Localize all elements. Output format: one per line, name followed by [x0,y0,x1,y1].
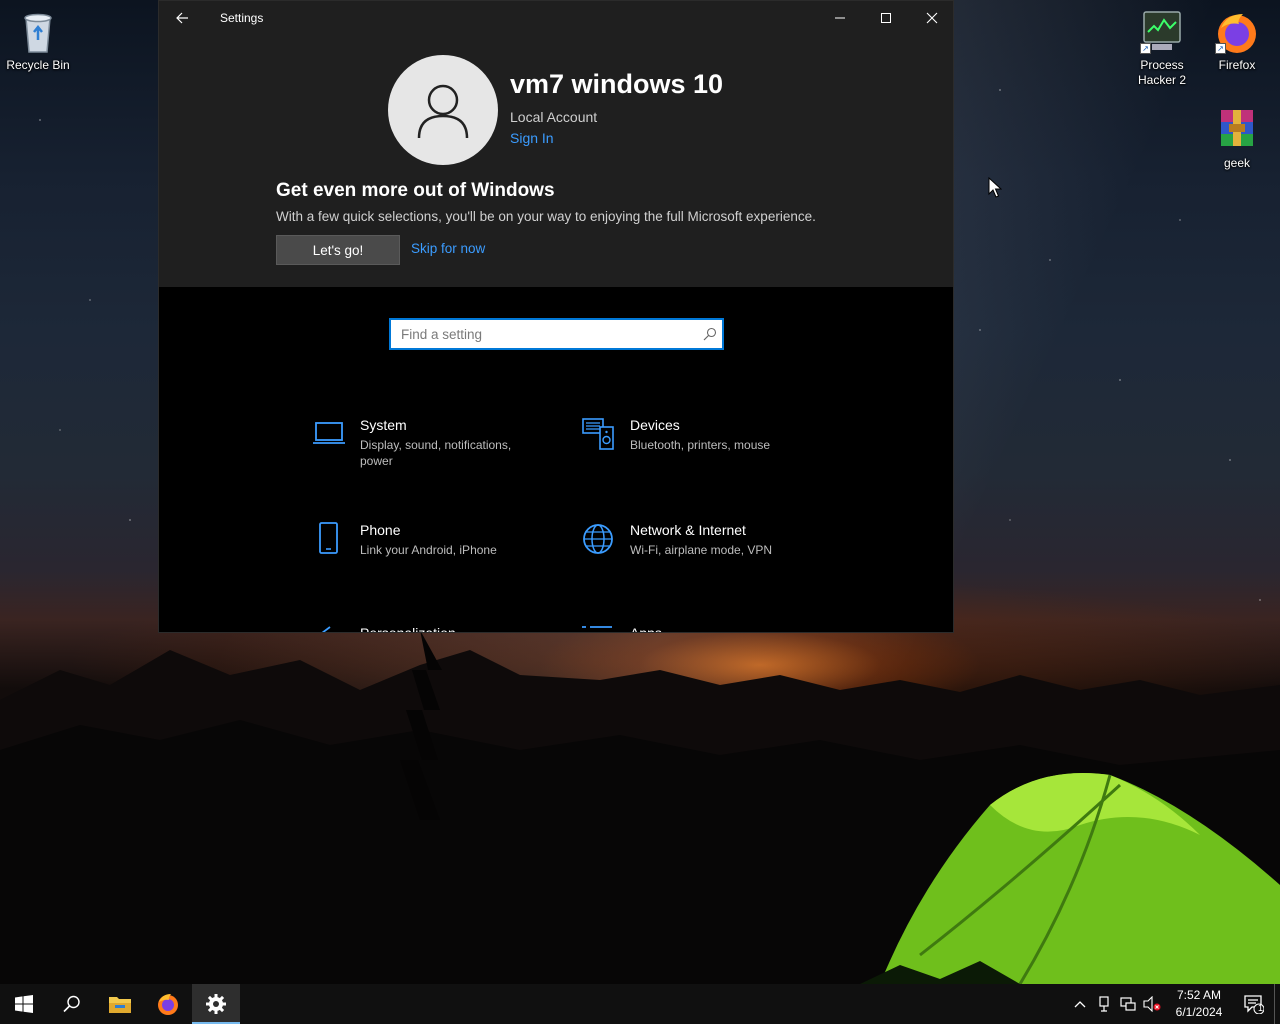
category-phone[interactable]: Phone Link your Android, iPhone [312,522,552,582]
network-wired-icon [1120,997,1136,1011]
avatar[interactable] [388,55,498,165]
process-hacker-icon: ↗ [1138,8,1186,56]
desktop-icon-label: geek [1223,156,1251,170]
device-usb-icon [1099,996,1109,1012]
desktop-icon-label: Firefox [1218,58,1256,72]
winrar-archive-icon [1213,106,1261,154]
category-title: Personalization [360,625,456,633]
close-icon [926,12,938,24]
settings-window[interactable]: Settings vm7 windows 10 Local Account Si… [158,0,954,633]
phone-icon [319,522,338,554]
action-center-button[interactable]: 1 [1234,984,1274,1024]
account-type: Local Account [510,109,598,125]
wallpaper-tent [860,773,1280,984]
taskbar-settings[interactable] [192,984,240,1024]
search-icon[interactable] [698,320,722,348]
category-description: Bluetooth, printers, mouse [630,438,771,452]
window-controls [817,1,953,35]
shortcut-arrow-icon: ↗ [1215,43,1226,54]
system-tray: 7:52 AM 6/1/2024 1 [1068,984,1280,1024]
category-description: Wi-Fi, airplane mode, VPN [630,543,773,557]
back-arrow-icon [176,12,188,24]
category-title: Apps [630,625,662,633]
network-status-button[interactable] [1116,984,1140,1024]
category-title: Network & Internet [630,522,746,538]
start-button[interactable] [0,984,48,1024]
account-name: vm7 windows 10 [510,69,724,99]
brush-icon [321,626,331,632]
lets-go-button[interactable]: Let's go! [276,235,400,265]
promo-description: With a few quick selections, you'll be o… [276,209,816,224]
volume-button[interactable] [1140,984,1164,1024]
taskbar-file-explorer[interactable] [96,984,144,1024]
desktop-icon-label: Recycle Bin [6,58,70,72]
close-button[interactable] [909,1,953,35]
firefox-icon: ↗ [1213,8,1261,56]
search-icon [63,995,80,1013]
category-title: System [360,417,407,433]
devices-icon [582,418,614,450]
search-input[interactable] [401,326,698,342]
file-explorer-icon [109,997,131,1013]
desktop-icon-process-hacker[interactable]: ↗ Process Hacker 2 [1124,8,1200,88]
desktop-icon-recycle-bin[interactable]: Recycle Bin [0,8,76,73]
category-title: Devices [630,417,680,433]
taskbar-clock[interactable]: 7:52 AM 6/1/2024 [1168,987,1230,1021]
settings-gear-icon [206,994,226,1014]
category-devices[interactable]: Devices Bluetooth, printers, mouse [582,417,822,477]
recycle-bin-icon [14,8,62,56]
minimize-button[interactable] [817,1,863,35]
account-header: vm7 windows 10 Local Account Sign In Get… [159,35,953,287]
tray-device-icon-button[interactable] [1092,984,1116,1024]
maximize-icon [881,13,891,23]
category-system[interactable]: System Display, sound, notifications, po… [312,417,552,477]
category-personalization[interactable]: Personalization [312,625,552,633]
notification-count-badge: 1 [1258,1003,1264,1013]
globe-icon [583,524,613,554]
category-network[interactable]: Network & Internet Wi-Fi, airplane mode,… [582,522,822,582]
taskbar-search-button[interactable] [48,984,96,1024]
desktop-icon-firefox[interactable]: ↗ Firefox [1199,8,1275,73]
window-title: Settings [220,11,264,25]
back-button[interactable] [159,1,205,35]
category-apps[interactable]: Apps [582,625,822,633]
clock-date: 6/1/2024 [1175,1005,1223,1019]
taskbar-firefox[interactable] [144,984,192,1024]
category-description: Link your Android, iPhone [360,543,497,557]
start-icon [15,995,33,1013]
chevron-up-icon [1074,1001,1086,1008]
search-box[interactable] [389,318,724,350]
show-hidden-icons-button[interactable] [1068,984,1092,1024]
laptop-icon [313,422,345,444]
taskbar: 7:52 AM 6/1/2024 1 [0,984,1280,1024]
firefox-icon [158,994,178,1015]
volume-muted-icon [1143,996,1161,1012]
apps-list-icon [582,626,612,628]
show-desktop-button[interactable] [1274,984,1280,1024]
user-icon [417,84,469,139]
maximize-button[interactable] [863,1,909,35]
sign-in-link[interactable]: Sign In [510,130,554,146]
minimize-icon [835,17,845,19]
window-titlebar[interactable]: Settings [159,1,953,35]
mouse-cursor-icon [988,177,1002,198]
clock-time: 7:52 AM [1176,988,1222,1002]
shortcut-arrow-icon: ↗ [1140,43,1151,54]
category-title: Phone [360,522,401,538]
category-description: Display, sound, notifications, power [360,438,512,468]
skip-for-now-link[interactable]: Skip for now [411,241,485,256]
promo-title: Get even more out of Windows [276,180,555,201]
desktop-icon-label: Process Hacker 2 [1137,58,1187,87]
desktop-icon-geek[interactable]: geek [1199,106,1275,171]
